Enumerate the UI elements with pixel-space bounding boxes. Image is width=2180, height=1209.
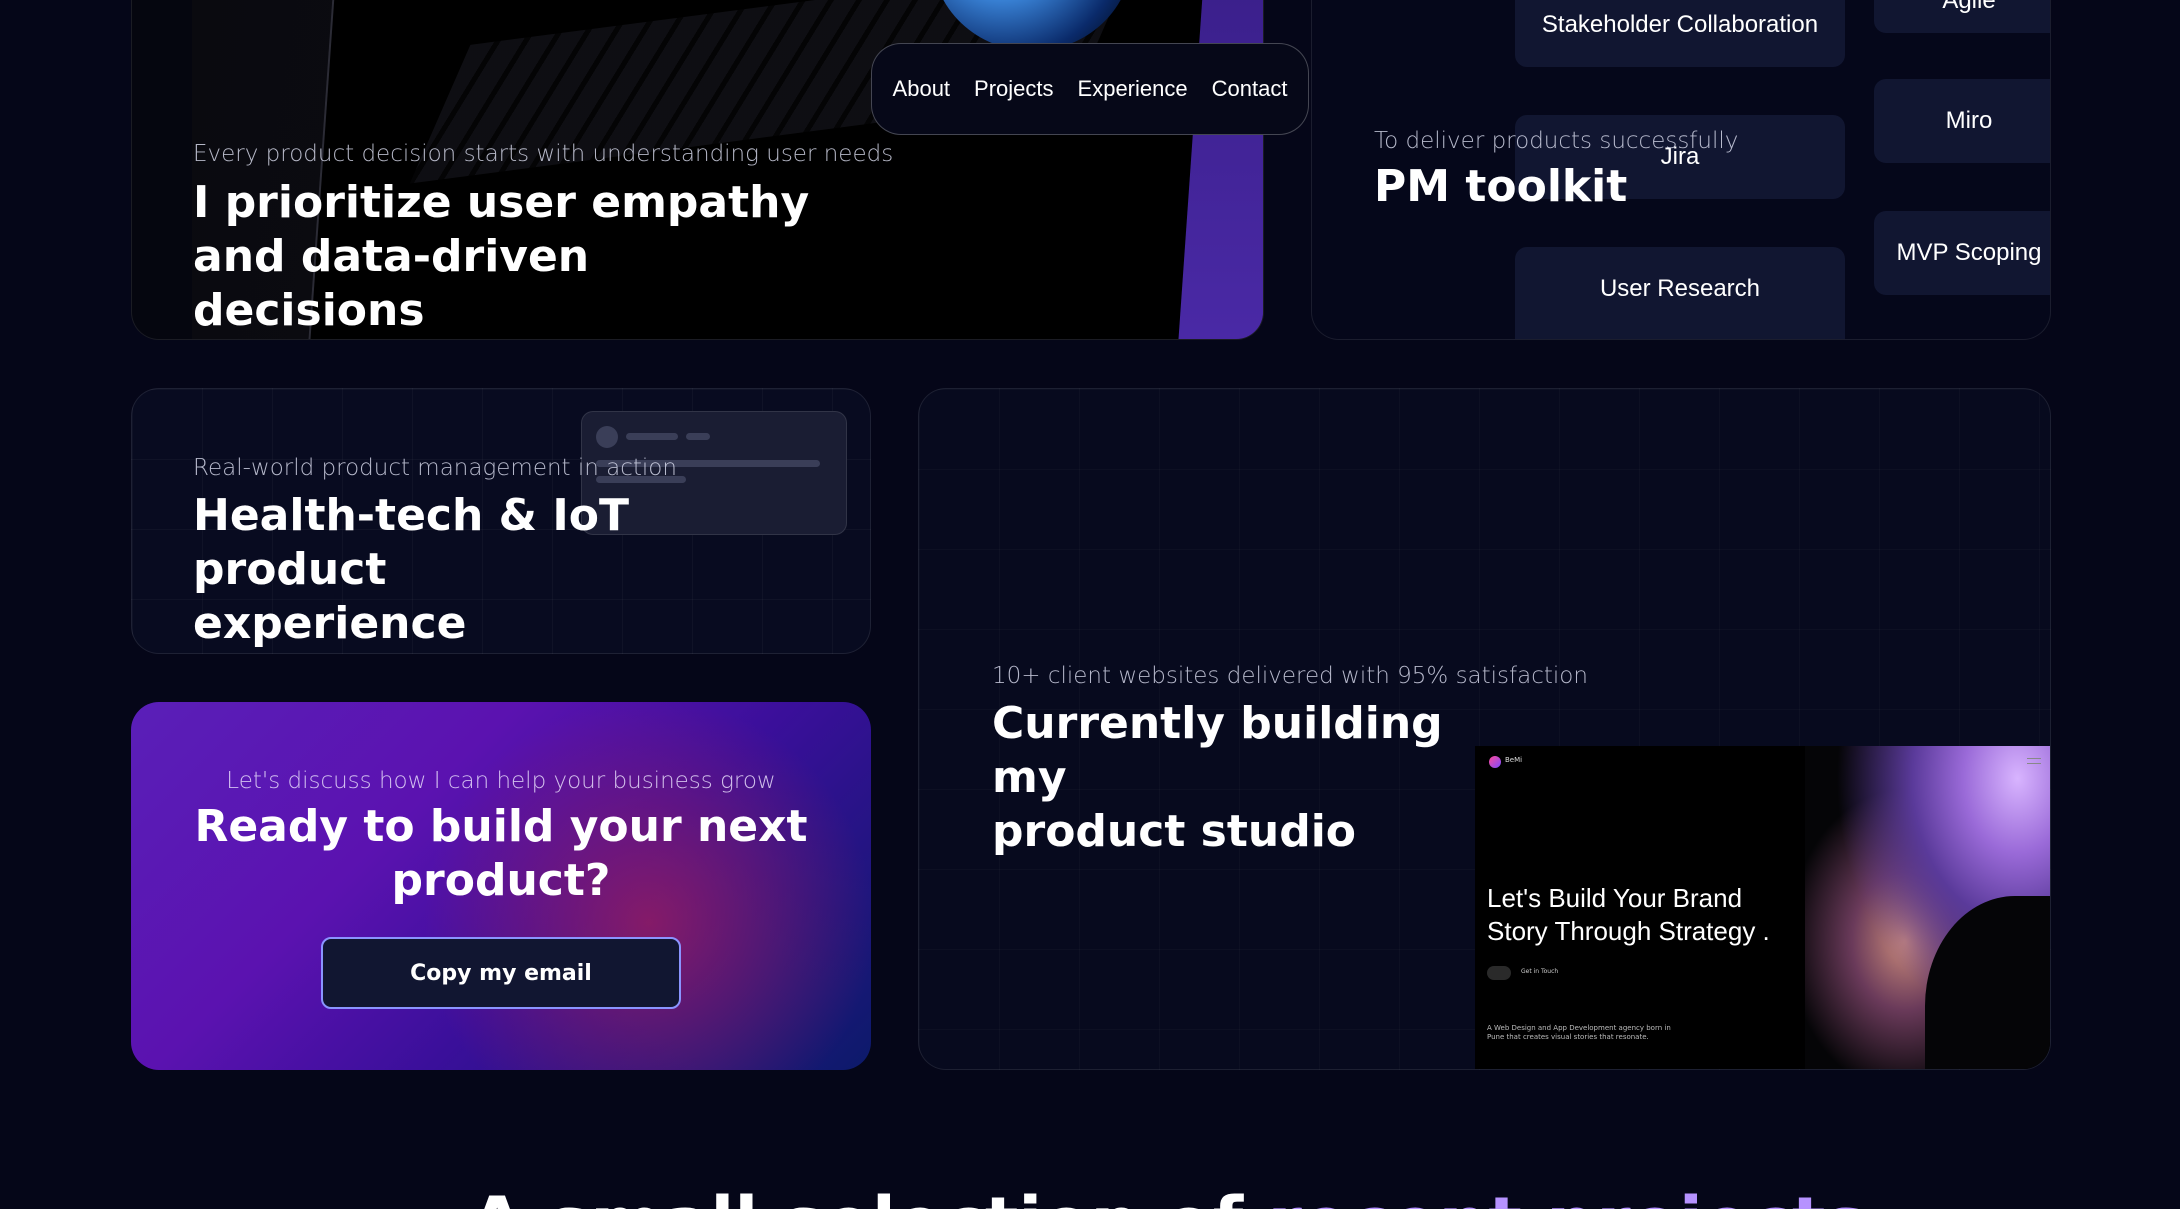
avatar-placeholder — [596, 426, 618, 448]
heading-text: A small selection of — [470, 1182, 1243, 1209]
studio-logo-text: BeMi — [1505, 756, 1523, 764]
studio-title: Currently building my product studio — [992, 697, 1512, 859]
studio-subtitle: 10+ client websites delivered with 95% s… — [992, 663, 1588, 689]
placeholder-bar — [686, 433, 710, 440]
hamburger-menu-icon — [2027, 758, 2041, 764]
nav-about[interactable]: About — [893, 76, 951, 102]
nav-experience[interactable]: Experience — [1078, 76, 1188, 102]
toolkit-title: PM toolkit — [1374, 161, 1628, 212]
empathy-title-line1: I prioritize user empathy — [193, 177, 810, 228]
portfolio-page: Every product decision starts with under… — [0, 0, 2180, 1209]
eye-icon — [1487, 966, 1511, 980]
studio-cta-text: Get in Touch — [1521, 968, 1559, 975]
health-subtitle: Real-world product management in action — [193, 455, 677, 481]
contact-cta-card: Let's discuss how I can help your busine… — [131, 702, 871, 1070]
empathy-title-line2: and data-driven decisions — [193, 231, 590, 336]
studio-hero-line2: Story Through Strategy . — [1487, 916, 1770, 946]
health-title-line2: experience — [193, 598, 467, 649]
projects-section-heading: A small selection of recent projects — [470, 1182, 1867, 1209]
cta-title: Ready to build your next product? — [131, 800, 871, 908]
heading-accent: recent projects — [1268, 1182, 1867, 1209]
placeholder-bar — [626, 433, 678, 440]
chip-miro: Miro — [1874, 79, 2050, 163]
top-navigation: About Projects Experience Contact — [871, 43, 1309, 135]
empathy-title: I prioritize user empathy and data-drive… — [193, 176, 813, 338]
health-tech-card: Real-world product management in action … — [131, 388, 871, 654]
studio-hero-line1: Let's Build Your Brand — [1487, 883, 1743, 913]
cta-subtitle: Let's discuss how I can help your busine… — [226, 768, 776, 794]
studio-logo-icon — [1489, 756, 1501, 768]
chip-agile: Agile — [1874, 0, 2050, 33]
studio-title-line1: Currently building my — [992, 698, 1443, 803]
cta-title-line2: product? — [391, 855, 611, 906]
chip-mvp-scoping: MVP Scoping — [1874, 211, 2050, 295]
studio-hero-headline: Let's Build Your Brand Story Through Str… — [1487, 882, 1817, 948]
studio-description: A Web Design and App Development agency … — [1487, 1024, 1671, 1041]
cta-title-line1: Ready to build your next — [194, 801, 808, 852]
copy-email-button[interactable]: Copy my email — [321, 937, 681, 1009]
studio-website-screenshot: BeMi Let's Build Your Brand Story Throug… — [1475, 746, 2050, 1069]
toolkit-subtitle: To deliver products successfully — [1374, 128, 1739, 154]
nav-projects[interactable]: Projects — [974, 76, 1053, 102]
studio-title-line2: product studio — [992, 806, 1357, 857]
health-title: Health-tech & IoT product experience — [193, 489, 813, 651]
health-title-line1: Health-tech & IoT product — [193, 490, 629, 595]
nav-contact[interactable]: Contact — [1212, 76, 1288, 102]
product-studio-card: 10+ client websites delivered with 95% s… — [918, 388, 2051, 1070]
pm-toolkit-card: Stakeholder Collaboration Jira User Rese… — [1311, 0, 2051, 340]
chip-stakeholder-collaboration: Stakeholder Collaboration — [1515, 0, 1845, 67]
empathy-subtitle: Every product decision starts with under… — [193, 141, 894, 167]
chip-user-research: User Research — [1515, 247, 1845, 339]
